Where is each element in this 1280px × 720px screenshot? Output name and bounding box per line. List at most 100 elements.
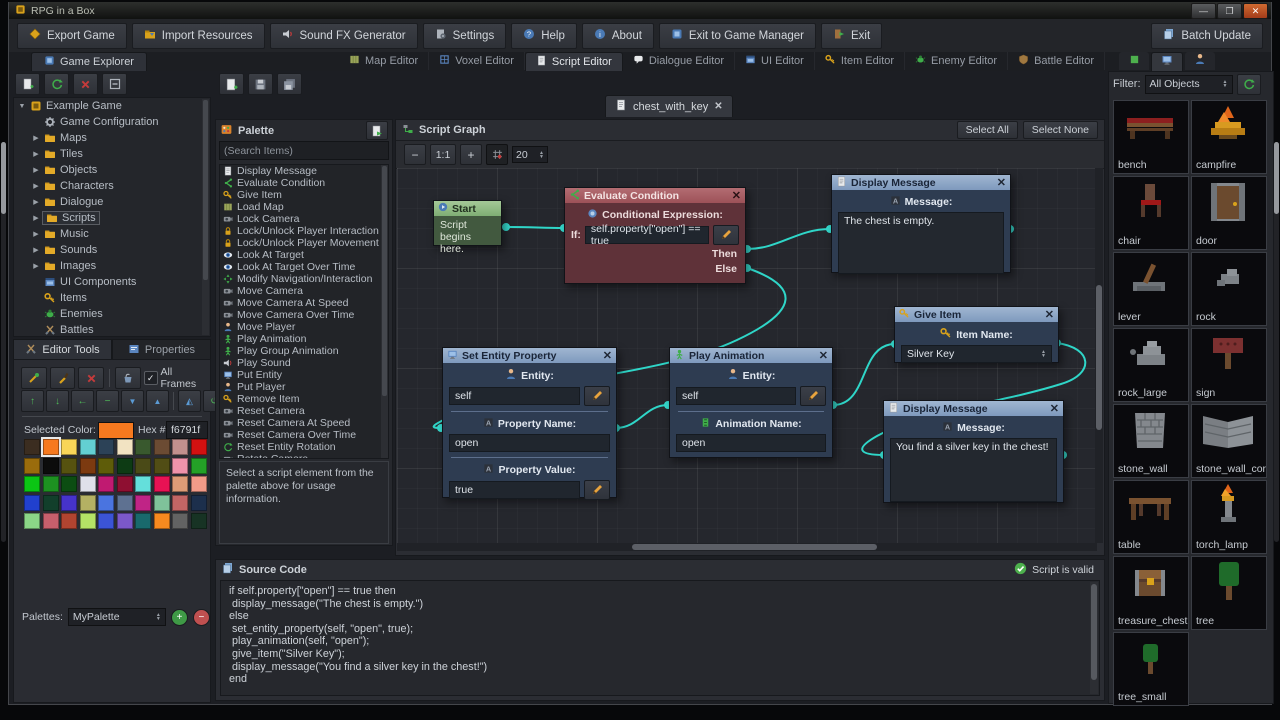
menu-import-resources[interactable]: Import Resources [132,23,265,49]
expander-icon[interactable]: ▶ [32,198,40,206]
tree-scrollbar[interactable] [202,99,209,335]
palette-item-move-camera-over-time[interactable]: Move Camera Over Time [220,309,388,321]
palette-item-put-player[interactable]: Put Player [220,381,388,393]
palette-search-input[interactable]: (Search Items) [219,141,389,160]
zoom-out-button[interactable]: − [404,144,426,165]
tree-item-characters[interactable]: ▶Characters [14,178,210,194]
color-swatch[interactable] [43,458,59,474]
object-thumb-chair[interactable]: chair [1113,176,1189,250]
edit-entity-button[interactable] [584,386,610,406]
all-frames-checkbox[interactable]: ✓ [144,371,158,385]
menu-exit[interactable]: Exit [821,23,882,49]
tab-dialogue-editor[interactable]: Dialogue Editor [623,52,735,70]
tab-characters-mini[interactable] [1185,52,1215,70]
color-swatch[interactable] [172,495,188,511]
tab-objects-mini[interactable] [1151,52,1183,71]
add-palette-button[interactable]: + [171,609,188,626]
tree-item-tiles[interactable]: ▶Tiles [14,146,210,162]
object-thumb-rock[interactable]: rock [1191,252,1267,326]
save-button[interactable] [248,73,273,95]
graph-canvas[interactable]: Start Scriptbegins here. Evaluate Condit… [397,168,1097,543]
color-swatch[interactable] [172,513,188,529]
color-swatch[interactable] [117,458,133,474]
color-swatch[interactable] [24,476,40,492]
shift-down-button[interactable]: ↓ [46,390,69,412]
close-node-icon[interactable]: ✕ [1050,402,1059,415]
node-set-entity-property[interactable]: Set Entity Property✕ Entity: self A Prop… [442,347,617,498]
palette-item-give-item[interactable]: Give Item [220,189,388,201]
node-give-item[interactable]: Give Item✕ Item Name: Silver Key▲▼ [894,306,1059,363]
color-swatch[interactable] [43,513,59,529]
palette-item-reset-entity-rotation[interactable]: Reset Entity Rotation [220,441,388,453]
fill-tool-button[interactable] [115,367,141,389]
color-swatch[interactable] [135,458,151,474]
color-swatch[interactable] [135,439,151,455]
tab-tiles-mini[interactable] [1119,52,1149,70]
close-button[interactable]: ✕ [1243,3,1268,19]
color-swatch[interactable] [61,439,77,455]
maximize-button[interactable]: ❐ [1217,3,1242,19]
graph-vscrollbar[interactable] [1095,168,1103,543]
expander-icon[interactable]: ▶ [32,150,40,158]
color-swatch[interactable] [117,439,133,455]
document-tab[interactable]: chest_with_key ✕ [605,95,733,117]
shrink-button[interactable]: − [96,390,119,412]
color-swatch[interactable] [191,495,207,511]
expander-icon[interactable]: ▶ [32,246,40,254]
tree-item-images[interactable]: ▶Images [14,258,210,274]
hex-input[interactable]: f6791f [166,421,208,439]
color-swatch[interactable] [154,458,170,474]
palette-item-evaluate-condition[interactable]: Evaluate Condition [220,177,388,189]
color-swatch[interactable] [24,439,40,455]
color-swatch[interactable] [98,495,114,511]
node-play-animation[interactable]: Play Animation✕ Entity: self Animation N… [669,347,833,458]
palette-item-modify-navigation-interaction[interactable]: Modify Navigation/Interaction [220,273,388,285]
source-code-editor[interactable]: if self.property["open"] == true then di… [220,580,1100,696]
tab-map-editor[interactable]: Map Editor [339,52,429,70]
color-swatch[interactable] [80,458,96,474]
minimize-button[interactable]: — [1191,3,1216,19]
color-swatch[interactable] [98,439,114,455]
zoom-in-button[interactable]: + [460,144,482,165]
message-text-input[interactable]: The chest is empty. [838,212,1004,274]
property-name-input[interactable]: open [449,434,610,452]
palette-item-put-entity[interactable]: Put Entity [220,369,388,381]
color-swatch[interactable] [98,458,114,474]
expander-icon[interactable]: ▶ [32,134,40,142]
color-swatch[interactable] [43,476,59,492]
color-swatch[interactable] [172,439,188,455]
node-start[interactable]: Start Scriptbegins here. [433,200,502,246]
new-file-button[interactable] [219,73,244,95]
select-all-button[interactable]: Select All [957,121,1018,139]
palette-item-lock-unlock-player-interaction[interactable]: Lock/Unlock Player Interaction [220,225,388,237]
shift-left-button[interactable]: ← [71,390,94,412]
tree-item-dialogue[interactable]: ▶Dialogue [14,194,210,210]
tab-enemy-editor[interactable]: Enemy Editor [905,52,1008,70]
close-tab-icon[interactable]: ✕ [714,101,722,112]
color-swatch[interactable] [154,495,170,511]
color-swatch[interactable] [61,476,77,492]
expander-icon[interactable]: ▶ [32,166,40,174]
palette-item-look-at-target[interactable]: Look At Target [220,249,388,261]
raise-button[interactable]: ▲ [146,390,169,412]
menu-about[interactable]: iAbout [582,23,654,49]
item-name-select[interactable]: Silver Key▲▼ [901,345,1052,363]
color-swatch[interactable] [24,513,40,529]
object-thumb-bench[interactable]: bench [1113,100,1189,174]
entity-input[interactable]: self [449,387,580,405]
grid-size-input[interactable]: 20▲▼ [512,146,548,163]
palette-item-move-camera-at-speed[interactable]: Move Camera At Speed [220,297,388,309]
color-swatch[interactable] [43,495,59,511]
palette-item-reset-camera-at-speed[interactable]: Reset Camera At Speed [220,417,388,429]
tree-item-items[interactable]: Items [14,290,210,306]
screen-right-scrollbar[interactable] [1274,142,1279,542]
palette-item-remove-item[interactable]: Remove Item [220,393,388,405]
expander-icon[interactable]: ▼ [18,103,26,110]
entity-input[interactable]: self [676,387,796,405]
object-thumb-rock_large[interactable]: rock_large [1113,328,1189,402]
color-swatch[interactable] [154,439,170,455]
tree-item-ui-components[interactable]: UI Components [14,274,210,290]
property-value-input[interactable]: true [449,481,580,499]
object-thumb-lever[interactable]: lever [1113,252,1189,326]
source-scrollbar[interactable] [1090,582,1098,694]
